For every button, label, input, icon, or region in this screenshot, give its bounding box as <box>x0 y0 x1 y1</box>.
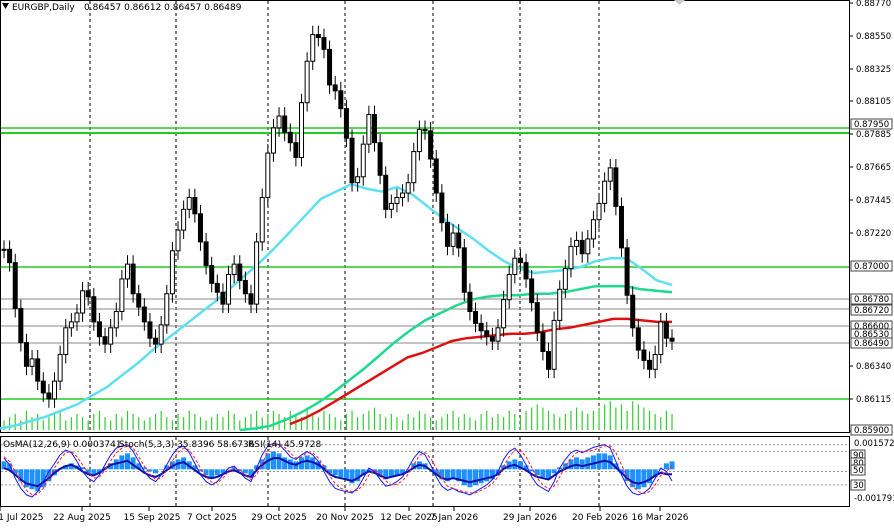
y-tick-label: 0.87445 <box>856 196 891 206</box>
ind-y-tick-label: 50 <box>850 464 866 476</box>
stoch-label: Stoch(5,3,3) 35.8396 58.6736 <box>119 440 255 450</box>
svg-text:0.86720: 0.86720 <box>854 306 889 316</box>
osma-bar <box>540 469 546 478</box>
svg-text:0.86490: 0.86490 <box>854 339 889 349</box>
price-bar <box>304 52 310 112</box>
osma-label: OsMA(12,26,9) 0.0003741 <box>3 440 122 450</box>
x-tick-label: 7 Jan 2026 <box>430 513 478 523</box>
x-tick-label: 7 Oct 2025 <box>187 513 237 523</box>
price-bar <box>299 93 305 167</box>
level-label: 0.87950 <box>850 118 893 130</box>
osma-bar <box>641 469 647 488</box>
osma-bar <box>343 469 349 480</box>
osma-bar <box>467 469 473 488</box>
price-bar <box>259 188 265 251</box>
osma-bar <box>332 469 338 476</box>
svg-text:30: 30 <box>853 481 864 491</box>
x-tick-label: 16 Mar 2026 <box>631 513 688 523</box>
ind-y-tick-label: 0.0015725 <box>854 439 894 449</box>
osma-bar <box>214 469 220 476</box>
y-tick-label: 0.86115 <box>856 395 891 405</box>
osma-bar <box>270 451 276 470</box>
svg-text:0.85900: 0.85900 <box>854 426 889 436</box>
x-tick-label: 31 Jul 2025 <box>0 513 43 523</box>
osma-bar <box>276 453 282 470</box>
rsi-label: RSI(14) 45.9728 <box>248 440 321 450</box>
osma-bar <box>579 459 585 470</box>
y-tick-label: 0.88325 <box>856 65 891 75</box>
price-bar <box>254 233 260 314</box>
y-tick-label: 0.87665 <box>856 163 891 173</box>
svg-text:0.86780: 0.86780 <box>854 295 889 305</box>
y-tick-label: 0.86340 <box>856 362 891 372</box>
osma-bar <box>478 469 484 484</box>
svg-text:0.87000: 0.87000 <box>854 262 889 272</box>
y-tick-label: 0.88105 <box>856 97 891 107</box>
price-bar <box>349 129 355 192</box>
osma-bar <box>153 469 159 474</box>
y-tick-label: 0.87885 <box>856 130 891 140</box>
price-bar <box>551 311 557 379</box>
price-bar <box>265 144 271 207</box>
price-bar <box>461 238 467 302</box>
osma-bar <box>663 463 669 470</box>
osma-bar <box>242 469 248 474</box>
svg-text:-0.001791: -0.001791 <box>854 494 894 504</box>
y-tick-label: 0.88770 <box>856 0 891 9</box>
time-axis: 31 Jul 2025 22 Aug 2025 15 Sep 2025 7 Oct 2… <box>0 506 689 523</box>
price-bar <box>624 238 630 305</box>
price-bar <box>613 158 619 216</box>
x-tick-label: 29 Oct 2025 <box>251 513 307 523</box>
level-label: 0.86780 <box>850 293 893 305</box>
osma-bar <box>338 469 344 478</box>
price-bar <box>12 253 18 318</box>
level-label: 0.86490 <box>850 337 893 349</box>
y-tick-label: 0.87220 <box>856 229 891 239</box>
ind-y-tick-label: -0.001791 <box>854 494 894 504</box>
level-label: 0.87000 <box>850 260 893 272</box>
price-bar <box>618 197 624 257</box>
ohlc-values: 0.86457 0.86612 0.86457 0.86489 <box>84 3 242 13</box>
x-tick-label: 15 Sep 2025 <box>123 513 180 523</box>
chart-root: 0.88770 0.88550 0.88325 0.88105 0.87885 0.876… <box>0 0 894 524</box>
x-tick-label: 20 Feb 2026 <box>572 513 628 523</box>
osma-bar <box>158 469 164 470</box>
level-label: 0.86720 <box>850 304 893 316</box>
osma-bar <box>551 469 557 474</box>
osma-bar <box>534 469 540 476</box>
osma-bar <box>669 461 675 470</box>
y-tick-label: 0.88550 <box>856 32 891 42</box>
x-tick-label: 29 Jan 2026 <box>503 513 557 523</box>
chart-canvas: 0.88770 0.88550 0.88325 0.88105 0.87885 0.876… <box>0 0 894 523</box>
level-label: 0.85900 <box>850 424 893 436</box>
price-bar <box>169 241 175 303</box>
osma-bar <box>209 469 215 478</box>
price-axis: 0.88770 0.88550 0.88325 0.88105 0.87885 0.876… <box>849 0 894 504</box>
main-panel-frame <box>0 0 850 433</box>
osma-bar <box>574 457 580 470</box>
osma-bar <box>473 469 479 486</box>
osma-bar <box>635 469 641 490</box>
osma-bar <box>461 469 467 486</box>
x-tick-label: 20 Nov 2025 <box>316 513 374 523</box>
x-tick-label: 22 Aug 2025 <box>53 513 111 523</box>
svg-text:0.87950: 0.87950 <box>854 120 889 130</box>
symbol-timeframe: EURGBP,Daily <box>12 3 75 13</box>
ind-y-tick-label: 30 <box>850 479 866 491</box>
svg-text:50: 50 <box>853 466 864 476</box>
svg-text:0.0015725: 0.0015725 <box>854 439 894 449</box>
osma-bar <box>585 457 591 470</box>
osma-bar <box>630 469 636 488</box>
osma-bar <box>304 455 310 470</box>
